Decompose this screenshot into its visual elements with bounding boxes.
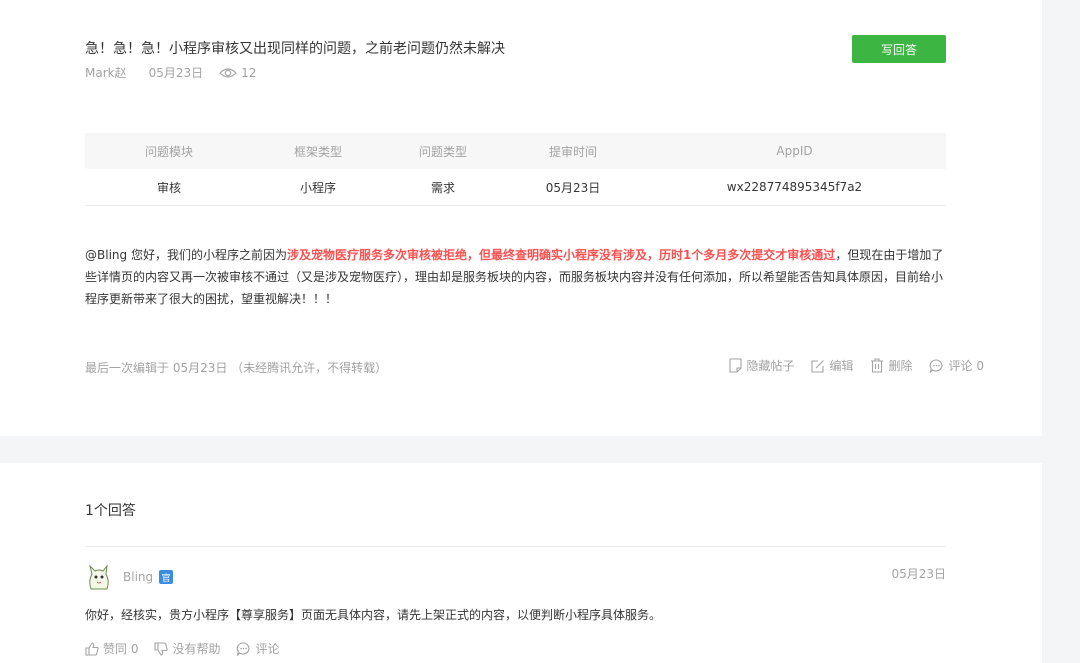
question-actions: 隐藏帖子 编辑 删除 评论 0 xyxy=(713,357,984,374)
cell-submit-time: 05月23日 xyxy=(545,180,601,195)
question-title: 急！急！急！小程序审核又出现同样的问题，之前老问题仍然未解决 xyxy=(85,41,505,57)
question-meta: Mark赵 05月23日 12 xyxy=(85,64,256,81)
header-framework: 框架类型 xyxy=(293,144,342,159)
answer-author: Bling 官 xyxy=(85,563,174,591)
avatar[interactable] xyxy=(85,563,113,591)
answer-comment-button[interactable]: 评论 xyxy=(236,640,279,657)
eye-icon xyxy=(219,67,237,78)
comment-button[interactable]: 评论 0 xyxy=(929,357,984,374)
edit-button[interactable]: 编辑 xyxy=(810,357,854,374)
cell-framework: 小程序 xyxy=(299,180,336,195)
like-label: 赞同 0 xyxy=(103,642,139,656)
edit-label: 编辑 xyxy=(829,359,854,373)
comment-icon xyxy=(237,641,250,656)
question-body: @Bling 您好，我们的小程序之前因为涉及宠物医疗服务多次审核被拒绝，但最终查… xyxy=(85,244,949,310)
not-helpful-label: 没有帮助 xyxy=(172,642,221,656)
hide-post-button[interactable]: 隐藏帖子 xyxy=(728,357,795,374)
header-submit-time: 提审时间 xyxy=(548,144,597,159)
table-header: 问题模块 框架类型 问题类型 提审时间 AppID xyxy=(85,133,946,169)
answer-author-name[interactable]: Bling xyxy=(123,570,153,584)
thumbs-up-icon xyxy=(85,641,99,656)
edit-note: 最后一次编辑于 05月23日 （未经腾讯允许，不得转载） xyxy=(85,361,388,375)
cell-type: 需求 xyxy=(430,180,455,195)
official-badge: 官 xyxy=(159,570,174,584)
header-appid: AppID xyxy=(776,144,813,158)
body-text-1: @Bling 您好，我们的小程序之前因为 xyxy=(85,248,287,262)
author-name[interactable]: Mark赵 xyxy=(85,64,127,81)
comment-label: 评论 0 xyxy=(948,359,984,373)
cell-appid: wx228774895345f7a2 xyxy=(726,180,863,194)
answer-count: 1个回答 xyxy=(85,503,136,519)
header-module: 问题模块 xyxy=(144,144,193,159)
body-highlight: 涉及宠物医疗服务多次审核被拒绝，但最终查明确实小程序没有涉及，历时1个多月多次提… xyxy=(286,248,836,262)
thumbs-down-icon xyxy=(154,641,169,656)
header-type: 问题类型 xyxy=(418,144,467,159)
view-count-value: 12 xyxy=(241,65,257,80)
post-date: 05月23日 xyxy=(148,66,204,80)
view-count: 12 xyxy=(219,66,256,80)
comment-icon xyxy=(929,358,942,373)
delete-button[interactable]: 删除 xyxy=(870,357,913,374)
answer-actions: 赞同 0 没有帮助 评论 xyxy=(85,640,295,657)
answer-date: 05月23日 xyxy=(891,567,946,581)
hide-post-label: 隐藏帖子 xyxy=(746,359,795,373)
not-helpful-button[interactable]: 没有帮助 xyxy=(154,640,220,657)
delete-label: 删除 xyxy=(888,359,913,373)
table-row: 审核 小程序 需求 05月23日 wx228774895345f7a2 xyxy=(85,169,946,206)
answer-text: 你好，经核实，贵方小程序【尊享服务】页面无具体内容，请先上架正式的内容，以便判断… xyxy=(85,608,662,622)
write-answer-button[interactable]: 写回答 xyxy=(852,35,946,63)
cell-module: 审核 xyxy=(156,180,181,195)
divider xyxy=(85,546,946,547)
trash-icon xyxy=(870,358,883,373)
answer-comment-label: 评论 xyxy=(255,642,280,656)
question-info-table: 问题模块 框架类型 问题类型 提审时间 AppID 审核 小程序 需求 05月2… xyxy=(85,133,946,206)
edit-icon xyxy=(810,359,824,373)
like-button[interactable]: 赞同 0 xyxy=(85,640,138,657)
document-icon xyxy=(728,358,742,373)
